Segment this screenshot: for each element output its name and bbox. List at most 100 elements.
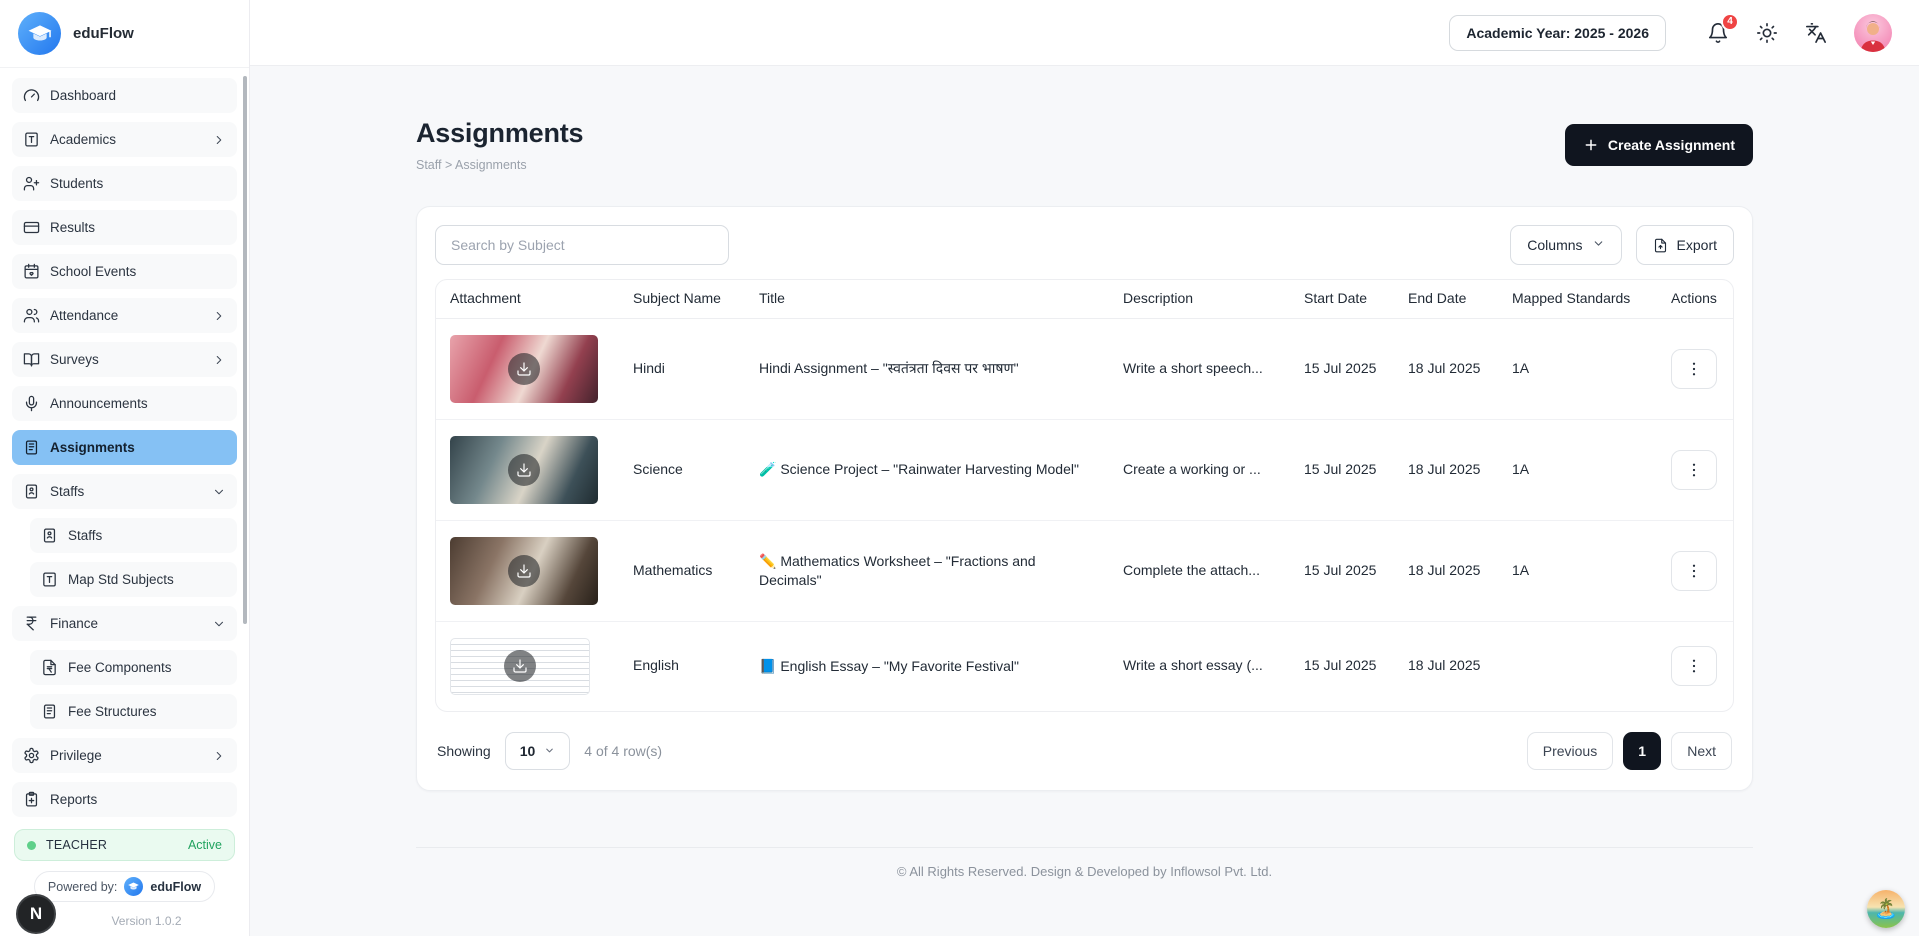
- sidebar-subitem-map-std-subjects[interactable]: Map Std Subjects: [30, 562, 237, 597]
- sidebar-item-label: Staffs: [68, 528, 102, 543]
- sidebar-item-label: Privilege: [50, 748, 102, 763]
- download-icon[interactable]: [508, 454, 540, 486]
- columns-dropdown-button[interactable]: Columns: [1510, 225, 1621, 265]
- chevron-down-icon: [1592, 237, 1605, 253]
- eduflow-logo-icon: [18, 12, 61, 55]
- create-assignment-button[interactable]: Create Assignment: [1565, 124, 1753, 166]
- role-status: Active: [188, 838, 222, 852]
- subject-cell: English: [619, 641, 745, 691]
- sidebar-item-academics[interactable]: Academics: [12, 122, 237, 157]
- user-avatar[interactable]: [1854, 14, 1892, 52]
- end-date-cell: 18 Jul 2025: [1394, 641, 1498, 691]
- sidebar-item-school-events[interactable]: School Events: [12, 254, 237, 289]
- sidebar-item-reports[interactable]: Reports: [12, 782, 237, 817]
- theme-toggle-sun-icon[interactable]: [1756, 22, 1778, 44]
- row-actions-button[interactable]: [1671, 450, 1717, 490]
- sidebar-item-privilege[interactable]: Privilege: [12, 738, 237, 773]
- sidebar-item-announcements[interactable]: Announcements: [12, 386, 237, 421]
- column-header-subject-name: Subject Name: [619, 280, 745, 318]
- sidebar-scrollbar[interactable]: [243, 76, 247, 624]
- settings-icon: [23, 747, 40, 764]
- sidebar-item-attendance[interactable]: Attendance: [12, 298, 237, 333]
- row-actions-button[interactable]: [1671, 646, 1717, 686]
- sidebar-item-finance[interactable]: Finance: [12, 606, 237, 641]
- table-bottom-bar: Showing 10 4 of 4 row(s) Previous 1 Next: [435, 732, 1734, 772]
- mic-icon: [23, 395, 40, 412]
- row-actions-button[interactable]: [1671, 551, 1717, 591]
- breadcrumb: Staff > Assignments: [416, 158, 583, 172]
- island-theme-icon[interactable]: 🏝️: [1867, 890, 1905, 928]
- sidebar-item-label: Assignments: [50, 440, 135, 455]
- notification-bell-icon[interactable]: 4: [1707, 22, 1729, 44]
- chevron-right-icon: [212, 749, 226, 763]
- gauge-icon: [23, 87, 40, 104]
- sidebar-item-label: Fee Structures: [68, 704, 157, 719]
- sidebar-item-label: Students: [50, 176, 103, 191]
- clipboard-plus-icon: [23, 791, 40, 808]
- app-logo[interactable]: eduFlow: [0, 0, 249, 68]
- assignments-card: Columns Export AttachmentSubject NameTit…: [416, 206, 1753, 791]
- sidebar-subitem-staffs[interactable]: Staffs: [30, 518, 237, 553]
- attachment-thumbnail[interactable]: [450, 335, 598, 403]
- sidebar-subitem-fee-components[interactable]: Fee Components: [30, 650, 237, 685]
- plus-icon: [1583, 137, 1599, 153]
- end-date-cell: 18 Jul 2025: [1394, 546, 1498, 596]
- academic-year-selector[interactable]: Academic Year: 2025 - 2026: [1449, 15, 1666, 51]
- sidebar-item-assignments[interactable]: Assignments: [12, 430, 237, 465]
- column-header-attachment: Attachment: [436, 280, 619, 318]
- description-cell: Complete the attach...: [1109, 546, 1290, 596]
- sidebar-item-label: Fee Components: [68, 660, 172, 675]
- brand-name: eduFlow: [73, 25, 134, 42]
- end-date-cell: 18 Jul 2025: [1394, 344, 1498, 394]
- assignments-table: AttachmentSubject NameTitleDescriptionSt…: [435, 279, 1734, 712]
- sidebar-item-label: Results: [50, 220, 95, 235]
- app-root: eduFlow Dashboard Academics Students Result…: [0, 0, 1919, 936]
- description-cell: Create a working or ...: [1109, 445, 1290, 495]
- page-size-select[interactable]: 10: [505, 732, 571, 770]
- row-actions-button[interactable]: [1671, 349, 1717, 389]
- chevron-down-icon: [544, 745, 555, 756]
- attachment-thumbnail[interactable]: [450, 436, 598, 504]
- attachment-thumbnail[interactable]: [450, 537, 598, 605]
- export-button[interactable]: Export: [1636, 225, 1734, 265]
- title-cell: 🧪 Science Project – "Rainwater Harvestin…: [745, 444, 1109, 494]
- calendar-heart-icon: [23, 263, 40, 280]
- previous-page-button[interactable]: Previous: [1527, 732, 1613, 770]
- sidebar-item-results[interactable]: Results: [12, 210, 237, 245]
- file-export-icon: [1653, 238, 1668, 253]
- id-badge-icon: [41, 527, 58, 544]
- status-dot-icon: [27, 841, 36, 850]
- mapped-standards-cell: [1498, 650, 1657, 682]
- sidebar-item-students[interactable]: Students: [12, 166, 237, 201]
- topbar: Academic Year: 2025 - 2026 4: [250, 0, 1919, 66]
- sidebar-item-label: Academics: [50, 132, 116, 147]
- mapped-standards-cell: 1A: [1498, 546, 1657, 596]
- sidebar-item-label: Attendance: [50, 308, 118, 323]
- sidebar-subitem-fee-structures[interactable]: Fee Structures: [30, 694, 237, 729]
- sidebar-item-staffs[interactable]: Staffs: [12, 474, 237, 509]
- notebook-icon: [23, 439, 40, 456]
- search-input[interactable]: [435, 225, 729, 265]
- language-switcher-icon[interactable]: [1805, 22, 1827, 44]
- chevron-right-icon: [212, 353, 226, 367]
- download-icon[interactable]: [508, 555, 540, 587]
- eduflow-mini-logo-icon: [124, 877, 143, 896]
- powered-by-label: Powered by:: [48, 880, 117, 894]
- users-icon: [23, 307, 40, 324]
- copyright-footer: © All Rights Reserved. Design & Develope…: [416, 847, 1753, 903]
- column-header-end-date: End Date: [1394, 280, 1498, 318]
- powered-by-badge: Powered by: eduFlow: [34, 871, 215, 902]
- next-page-button[interactable]: Next: [1671, 732, 1732, 770]
- role-label: TEACHER: [46, 838, 107, 852]
- file-rupee-icon: [41, 659, 58, 676]
- sidebar-item-surveys[interactable]: Surveys: [12, 342, 237, 377]
- subject-cell: Science: [619, 445, 745, 495]
- attachment-thumbnail[interactable]: [450, 638, 590, 695]
- sidebar-item-label: Map Std Subjects: [68, 572, 174, 587]
- download-icon[interactable]: [508, 353, 540, 385]
- sidebar-item-dashboard[interactable]: Dashboard: [12, 78, 237, 113]
- download-icon[interactable]: [504, 650, 536, 682]
- book-type-icon: [23, 131, 40, 148]
- nextjs-dev-badge[interactable]: N: [16, 894, 56, 934]
- current-page-button[interactable]: 1: [1623, 732, 1661, 770]
